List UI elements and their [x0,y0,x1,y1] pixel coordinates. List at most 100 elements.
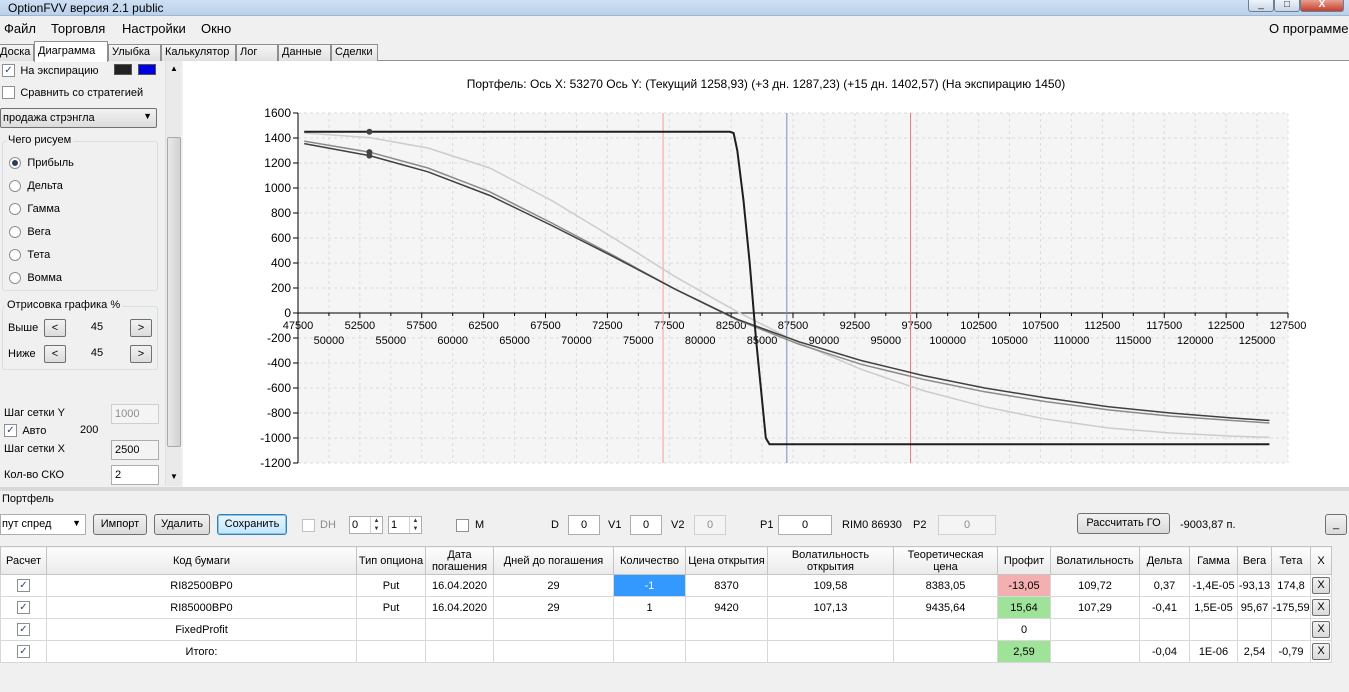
import-button[interactable]: Импорт [93,514,147,535]
calc-checkbox[interactable]: ✓ [17,579,30,592]
column-header[interactable]: Гамма [1189,546,1238,575]
table-row[interactable]: ✓ RI85000BP0 Put 16.04.2020 29 1 9420 107,13 943… [0,596,1332,619]
draw-option-vomma[interactable]: Вомма [9,270,62,284]
spin-arrows-icon[interactable]: ▲ ▼ [370,517,382,533]
spin-arrows-icon[interactable]: ▲ ▼ [409,517,421,533]
tab-deals[interactable]: Сделки [331,44,378,61]
v1-input[interactable]: 0 [630,515,662,535]
remove-row-button[interactable]: X [1312,577,1330,594]
menu-window[interactable]: Окно [201,21,231,36]
portfolio-strategy-select[interactable]: пут спред ▼ [0,514,86,535]
cell-qty[interactable] [613,618,686,641]
column-header[interactable]: Дата погашения [425,546,494,575]
below-increase-button[interactable]: > [130,345,152,363]
menu-trade[interactable]: Торговля [51,21,105,36]
p2-input[interactable]: 0 [938,515,996,535]
tab-smile[interactable]: Улыбка [108,44,161,61]
minimize-window-button[interactable]: _ [1248,0,1274,12]
auto-checkbox[interactable]: ✓ [4,424,17,438]
column-header[interactable]: Волатильность открытия [767,546,894,575]
menu-about[interactable]: О программе [1269,21,1349,36]
profit-chart[interactable]: 1600 1400 1200 1000 800 600 400 200 0 -200 -400 -60… [183,61,1349,487]
remove-row-button[interactable]: X [1312,621,1330,638]
tab-board[interactable]: Доска [0,44,34,61]
sko-input[interactable]: 2 [111,465,159,485]
minimize-portfolio-button[interactable]: _ [1325,514,1347,535]
column-header[interactable]: X [1310,546,1332,575]
tab-diagram[interactable]: Диаграмма [34,41,108,62]
draw-option-profit[interactable]: Прибыль [9,155,74,169]
column-header[interactable]: Дней до погашения [493,546,614,575]
calc-checkbox[interactable]: ✓ [17,623,30,636]
strategy-select[interactable]: продажа стрэнгла ▼ [0,108,157,128]
d-input[interactable]: 0 [568,515,600,535]
calc-checkbox[interactable]: ✓ [17,601,30,614]
table-row[interactable]: ✓ Итого: 2,59 -0,04 1E-06 2,54 -0,79 X [0,640,1332,663]
column-header[interactable]: Код бумаги [46,546,357,575]
x-tick-label: 57500 [406,320,437,332]
below-decrease-button[interactable]: < [44,345,66,363]
dh-checkbox[interactable] [302,519,315,532]
calc-checkbox-cell[interactable]: ✓ [0,640,47,663]
calc-checkbox-cell[interactable]: ✓ [0,596,47,619]
column-header[interactable]: Профит [997,546,1051,575]
remove-cell[interactable]: X [1310,618,1332,641]
expiry-color-swatch-blue[interactable] [138,64,156,75]
tab-data[interactable]: Данные [278,44,331,61]
remove-cell[interactable]: X [1310,574,1332,597]
calc-checkbox-cell[interactable]: ✓ [0,574,47,597]
tab-calculator[interactable]: Калькулятор [161,44,236,61]
delete-button[interactable]: Удалить [154,514,210,535]
table-header-row: Расчет Код бумаги Тип опциона Дата погашени… [0,546,1332,575]
cell-qty[interactable]: -1 [613,574,686,597]
compare-label: Сравнить со стратегией [20,87,144,99]
dh-spin-2[interactable]: 1 ▲ ▼ [388,516,422,534]
expiry-checkbox[interactable]: ✓ [2,64,15,78]
expiry-color-swatch-black[interactable] [114,64,132,75]
above-decrease-button[interactable]: < [44,319,66,337]
p1-input[interactable]: 0 [778,515,832,535]
calc-checkbox-cell[interactable]: ✓ [0,618,47,641]
remove-cell[interactable]: X [1310,640,1332,663]
dh-spin-1[interactable]: 0 ▲ ▼ [349,516,383,534]
scroll-thumb[interactable] [167,137,181,447]
left-panel-scrollbar[interactable]: ▲ ▼ [165,61,181,486]
v2-input[interactable]: 0 [694,515,726,535]
m-checkbox[interactable] [456,519,469,532]
calc-go-button[interactable]: Рассчитать ГО [1077,513,1170,534]
current-point-marker [366,128,373,135]
menu-settings[interactable]: Настройки [122,21,186,36]
column-header[interactable]: Тета [1271,546,1311,575]
column-header[interactable]: Количество [613,546,686,575]
menu-file[interactable]: Файл [4,21,36,36]
draw-option-theta[interactable]: Тета [9,247,50,261]
column-header[interactable]: Дельта [1139,546,1190,575]
cell-qty[interactable]: 1 [613,596,686,619]
column-header[interactable]: Теоретическая цена [893,546,998,575]
table-row[interactable]: ✓ RI82500BP0 Put 16.04.2020 29 -1 8370 109,58 83… [0,574,1332,597]
scroll-down-icon[interactable]: ▼ [170,472,178,481]
column-header[interactable]: Вега [1237,546,1272,575]
remove-row-button[interactable]: X [1312,643,1330,660]
remove-cell[interactable]: X [1310,596,1332,619]
scroll-up-icon[interactable]: ▲ [170,64,178,73]
cell-qty[interactable] [613,640,686,663]
column-header[interactable]: Волатильность [1050,546,1140,575]
calc-checkbox[interactable]: ✓ [17,645,30,658]
draw-option-gamma[interactable]: Гамма [9,201,60,215]
remove-row-button[interactable]: X [1312,599,1330,616]
column-header[interactable]: Тип опциона [356,546,426,575]
draw-option-delta[interactable]: Дельта [9,178,63,192]
column-header[interactable]: Расчет [0,546,47,575]
compare-checkbox[interactable] [2,86,15,100]
column-header[interactable]: Цена открытия [685,546,768,575]
tab-log[interactable]: Лог [236,44,278,61]
maximize-window-button[interactable]: □ [1274,0,1300,12]
above-increase-button[interactable]: > [130,319,152,337]
close-window-button[interactable]: X [1300,0,1344,12]
grid-x-input[interactable]: 2500 [111,440,159,460]
draw-option-vega[interactable]: Вега [9,224,51,238]
grid-y-input[interactable]: 1000 [111,404,159,424]
table-row[interactable]: ✓ FixedProfit 0 X [0,618,1332,641]
save-button[interactable]: Сохранить [217,514,287,535]
